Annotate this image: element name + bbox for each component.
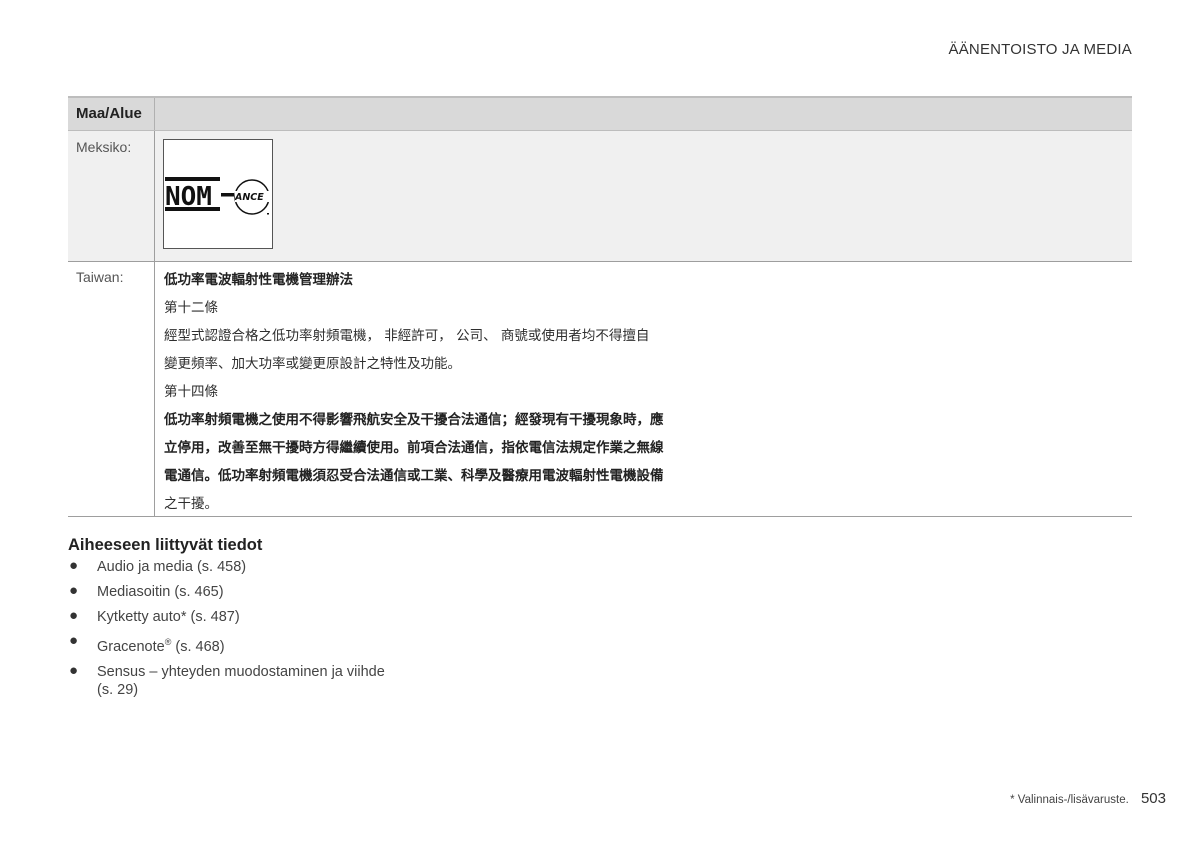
column-header: Maa/Alue (76, 105, 142, 122)
regulation-text-line: 低功率射頻電機之使用不得影響飛航安全及干擾合法通信；經發現有干擾現象時，應 (164, 412, 664, 428)
related-link-mediasoitin[interactable]: ● Mediasoitin (s. 465) (68, 582, 468, 601)
optional-equipment-note: * Valinnais-/lisävaruste. (1010, 794, 1129, 806)
nom-ance-logo: NOM ANCE (163, 139, 273, 249)
related-link-sensus[interactable]: ● Sensus – yhteyden muodostaminen ja vii… (68, 661, 468, 699)
country-label: Taiwan: (76, 269, 124, 285)
table-row-mexico: Meksiko: NOM ANCE (68, 130, 1132, 262)
table-row-taiwan: Taiwan: 低功率電波輻射性電機管理辦法 第十二條 經型式認證合格之低功率射… (68, 262, 1132, 516)
page-number: 503 (1140, 790, 1166, 807)
table-header-row: Maa/Alue (68, 98, 1132, 130)
regulation-text-line: 經型式認證合格之低功率射頻電機， 非經許可， 公司、 商號或使用者均不得擅自 (164, 328, 650, 344)
regulation-text-line: 之干擾。 (164, 496, 218, 512)
nom-ance-logo-graphic: NOM ANCE (165, 177, 271, 215)
bullet-icon: ● (69, 661, 79, 679)
related-info-title: Aiheeseen liittyvät tiedot (68, 536, 263, 554)
related-link-audio-media[interactable]: ● Audio ja media (s. 458) (68, 557, 468, 576)
section-title: ÄÄNENTOISTO JA MEDIA (948, 41, 1132, 58)
bullet-icon: ● (69, 557, 79, 574)
article-heading: 第十二條 (164, 300, 218, 316)
country-table: Maa/Alue Meksiko: NOM ANCE Taiwan: 低功率電波… (68, 96, 1132, 517)
regulation-text-line: 電通信。低功率射頻電機須忍受合法通信或工業、科學及醫療用電波輻射性電機設備 (164, 468, 664, 484)
country-label: Meksiko: (76, 139, 132, 155)
nom-text: NOM (165, 182, 212, 212)
related-link-kytketty-auto[interactable]: ● Kytketty auto* (s. 487) (68, 607, 468, 626)
related-info-section: Aiheeseen liittyvät tiedot ● Audio ja me… (68, 536, 468, 706)
article-heading: 第十四條 (164, 384, 218, 400)
page-footer: * Valinnais-/lisävaruste. 503 (1010, 790, 1166, 807)
related-links-list: ● Audio ja media (s. 458) ● Mediasoitin … (68, 557, 468, 699)
bullet-icon: ● (69, 582, 79, 599)
bullet-icon: ● (69, 632, 79, 649)
bullet-icon: ● (69, 607, 79, 624)
regulation-text-line: 變更頻率、加大功率或變更原設計之特性及功能。 (164, 356, 461, 372)
related-link-gracenote[interactable]: ● Gracenote® (s. 468) (68, 632, 468, 656)
ance-text: ANCE (234, 192, 264, 203)
regulation-text-line: 立停用，改善至無干擾時方得繼續使用。前項合法通信，指依電信法規定作業之無線 (164, 440, 664, 456)
regulation-title: 低功率電波輻射性電機管理辦法 (164, 272, 353, 288)
